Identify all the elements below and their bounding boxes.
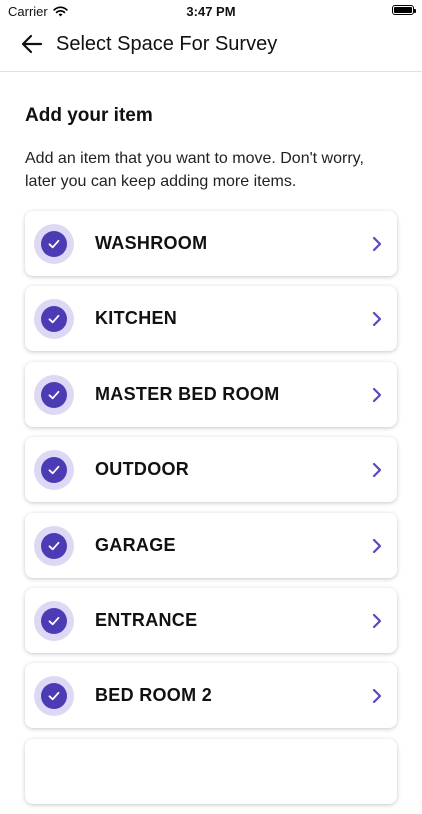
space-item-kitchen[interactable]: KITCHEN xyxy=(25,286,397,352)
checkmark-icon xyxy=(41,683,67,710)
space-item-label: OUTDOOR xyxy=(95,459,190,480)
space-item-label: GARAGE xyxy=(95,534,176,555)
space-item-label: MASTER BED ROOM xyxy=(95,383,280,404)
battery-level xyxy=(394,7,412,13)
check-badge xyxy=(34,525,74,566)
chevron-right-icon xyxy=(372,236,382,252)
chevron-right-icon xyxy=(372,689,382,704)
battery-icon xyxy=(392,5,416,15)
page-title: Select Space For Survey xyxy=(56,33,278,55)
section-description: Add an item that you want to move. Don't… xyxy=(25,150,364,190)
space-item-bed-room-2[interactable]: BED ROOM 2 xyxy=(25,663,397,729)
space-item-entrance[interactable]: ENTRANCE xyxy=(25,587,397,653)
space-item-label: ENTRANCE xyxy=(95,609,198,630)
checkmark-icon xyxy=(41,306,67,333)
checkmark-icon xyxy=(41,607,67,634)
arrow-left-icon xyxy=(21,34,43,54)
check-badge xyxy=(34,374,74,415)
chevron-right-icon xyxy=(372,463,382,478)
space-item-outdoor[interactable]: OUTDOOR xyxy=(25,437,397,503)
space-item-label: WASHROOM xyxy=(95,233,208,253)
space-item-master-bed-room[interactable]: MASTER BED ROOM xyxy=(25,361,397,427)
checkmark-icon xyxy=(41,457,67,484)
checkmark-icon xyxy=(41,231,67,257)
space-item-label: KITCHEN xyxy=(95,308,178,329)
space-list: WASHROOM KITCHEN MASTER BED ROOM OUTDOOR xyxy=(25,211,397,814)
space-item-label: BED ROOM 2 xyxy=(95,685,213,706)
check-badge xyxy=(34,450,74,491)
check-badge xyxy=(34,676,74,717)
chevron-right-icon xyxy=(372,613,382,629)
status-bar: Carrier 3:47 PM xyxy=(0,0,422,22)
space-item-washroom[interactable]: WASHROOM xyxy=(25,211,397,276)
nav-bar: Select Space For Survey xyxy=(0,22,422,72)
chevron-right-icon xyxy=(372,387,382,402)
status-time: 3:47 PM xyxy=(186,4,236,19)
checkmark-icon xyxy=(41,381,67,408)
space-item-next[interactable] xyxy=(25,738,397,804)
chevron-right-icon xyxy=(372,312,382,327)
check-badge xyxy=(34,224,74,264)
back-button[interactable] xyxy=(20,32,50,56)
checkmark-icon xyxy=(41,532,67,559)
check-badge xyxy=(34,600,74,641)
chevron-right-icon xyxy=(372,538,382,553)
section-title: Add your item xyxy=(25,105,153,126)
space-item-garage[interactable]: GARAGE xyxy=(25,512,397,578)
check-badge xyxy=(34,299,74,340)
